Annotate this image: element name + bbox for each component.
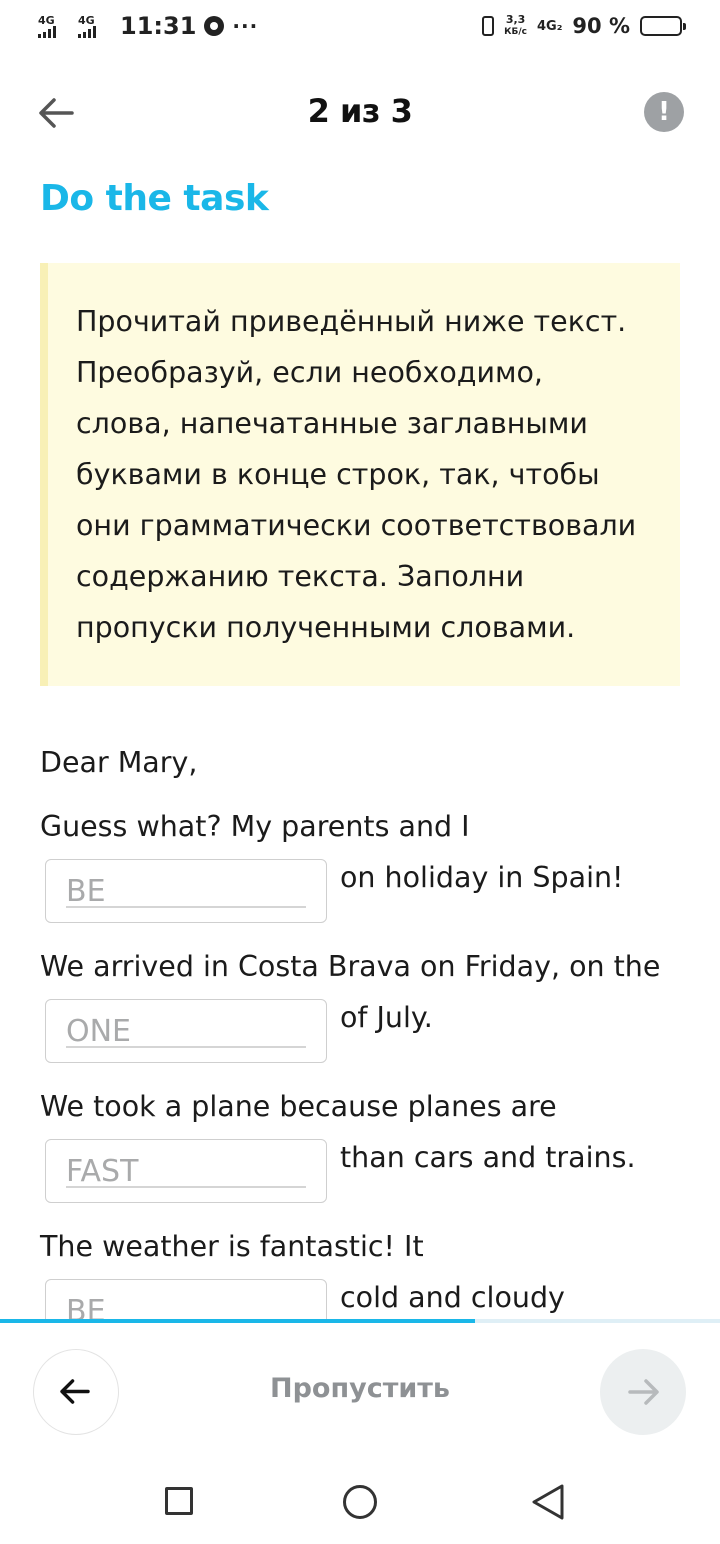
system-navigation-bar [0,1453,720,1544]
report-icon[interactable]: ! [644,92,684,132]
sentence-text: We took a plane because planes are [40,1090,557,1123]
instruction-line: буквами в конце строк, так, чтобы [76,458,600,491]
sentence-continuation: on holiday in Spain! [340,861,624,894]
answer-placeholder: FAST [66,1154,139,1189]
skip-button[interactable]: Пропустить [250,1373,470,1404]
input-underline [66,1186,306,1188]
home-circle-icon[interactable] [343,1485,377,1519]
sentence-text: The weather is fantastic! It [40,1230,424,1263]
answer-input[interactable]: ONE [45,999,327,1063]
battery-percent: 90 % [572,14,630,38]
greeting: Dear Mary, [40,746,198,779]
sim2-network-label: 4G [78,13,95,27]
answer-placeholder: ONE [66,1014,132,1049]
input-underline [66,906,306,908]
battery-icon [640,16,686,36]
bottom-controls: Пропустить [0,1323,720,1453]
chrome-notification-icon [204,16,225,36]
arrow-right-icon [628,1379,659,1405]
arrow-left-icon [60,1379,90,1404]
sim2-signal-icon: 4G [78,15,110,38]
sim1-network-label: 4G [38,13,55,27]
instruction-line: пропуски полученными словами. [76,611,576,644]
sentence-text: We arrived in Costa Brava on Friday, on … [40,950,661,983]
previous-button[interactable] [33,1349,119,1435]
sentence-continuation: of July. [340,1001,433,1034]
vibrate-icon [482,16,495,36]
instruction-line: Прочитай приведённый ниже текст. [76,305,627,338]
sentence-text: Guess what? My parents and I [40,810,470,843]
status-bar: 4G 4G 11:31 ··· 3,3 КБ/с 4G₂ 90 % [0,0,720,56]
more-notifications-icon: ··· [232,14,259,38]
clock: 11:31 [120,12,197,40]
answer-placeholder: BE [66,874,106,909]
back-triangle-icon[interactable] [530,1483,566,1521]
network-speed-unit: КБ/с [504,27,527,37]
answer-input[interactable]: BE [45,859,327,923]
task-title: Do the task [40,178,269,219]
next-button[interactable] [600,1349,686,1435]
sentence-continuation: than cars and trains. [340,1141,636,1174]
instruction-box: Прочитай приведённый ниже текст. Преобраз… [40,263,680,686]
instruction-line: Преобразуй, если необходимо, [76,356,543,389]
gap-row: ONE of July. [40,999,680,1065]
instruction-line: содержанию текста. Заполни [76,560,525,593]
page-counter: 2 из 3 [307,92,413,130]
sim1-signal-icon: 4G [38,15,70,38]
instruction-line: они грамматически соответствовали [76,509,637,542]
network-speed: 3,3 КБ/с [504,14,527,38]
recent-apps-square-icon[interactable] [165,1487,193,1515]
gap-row: FAST than cars and trains. [40,1139,680,1205]
gap-row: BE on holiday in Spain! [40,859,680,925]
answer-input[interactable]: FAST [45,1139,327,1203]
instruction-line: слова, напечатанные заглавными [76,407,588,440]
sentence-continuation: cold and cloudy [340,1281,565,1314]
data-network-icon: 4G₂ [537,18,563,34]
network-speed-value: 3,3 [505,13,526,26]
input-underline [66,1046,306,1048]
